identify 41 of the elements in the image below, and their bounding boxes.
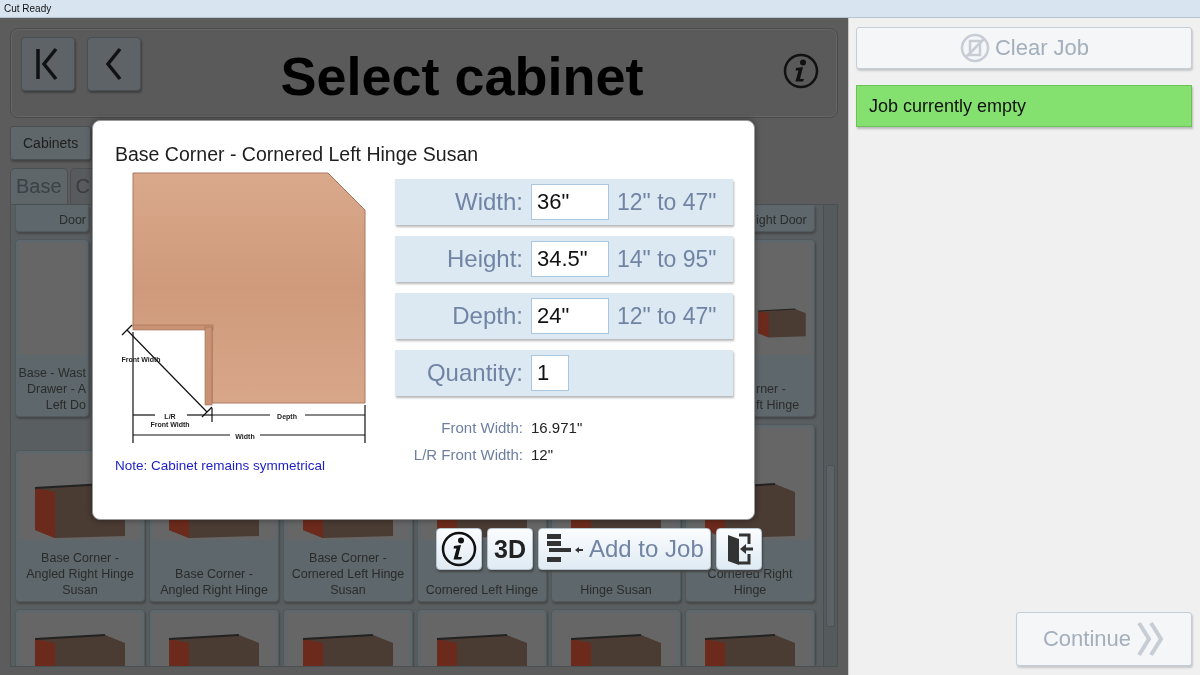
page-title: Select cabinet [279,45,645,107]
field-label: Width: [454,188,523,216]
field-label: Height: [445,245,523,273]
dimension-input[interactable]: 24" [531,298,609,334]
first-page-button[interactable] [21,37,75,91]
back-button[interactable] [87,37,141,91]
cabinet-label: Cornered Left Hinge [425,582,539,598]
chevron-left-icon [104,47,124,81]
cabinet-label: Base Corner - Cornered Left Hinge Susan [291,550,405,598]
info-icon [441,531,477,567]
range-text: 14" to 95" [617,245,717,273]
field-label: Quantity: [425,359,523,387]
job-status-banner: Job currently empty [856,85,1192,127]
cabinet-tile[interactable]: Door [15,205,89,232]
dimension-input[interactable]: 36" [531,184,609,220]
info-icon [783,53,819,89]
cabinet-label: Base Corner - Angled Right Hinge Susan [26,550,134,598]
info-label: Front Width: [440,419,523,436]
view-3d-button[interactable]: 3D [487,528,533,570]
cabinet-label: Hinge Susan [580,582,652,598]
dimension-input[interactable]: 1 [531,355,569,391]
add-to-job-button[interactable]: Add to Job [538,528,711,570]
info-label: L/R Front Width: [412,446,523,463]
cabinet-label: ight Door [756,212,807,228]
info-value: 12" [531,446,553,463]
double-chevron-right-icon [1135,620,1166,658]
info-value: 16.971" [531,419,583,436]
range-text: 12" to 47" [617,188,717,216]
exit-button[interactable] [715,528,762,570]
window-title: Cut Ready [0,0,1200,18]
dimension-input[interactable]: 34.5" [531,241,609,277]
range-text: 12" to 47" [617,302,717,330]
no-document-icon [958,32,991,64]
cabinet-label: Base Corner - Angled Right Hinge [160,566,268,598]
cabinet-tile[interactable]: Base - Wast Drawer - A Left Do [15,239,89,417]
cabinet-label: Door [57,212,86,228]
field-label: Depth: [451,302,523,330]
dialog-title: Base Corner - Cornered Left Hinge Susan [115,143,480,166]
category-tab[interactable]: Cabinets [10,126,92,160]
cabinet-label: rner - ft Hinge [756,381,800,413]
cabinet-label: Base - Wast Drawer - A Left Do [17,365,86,413]
